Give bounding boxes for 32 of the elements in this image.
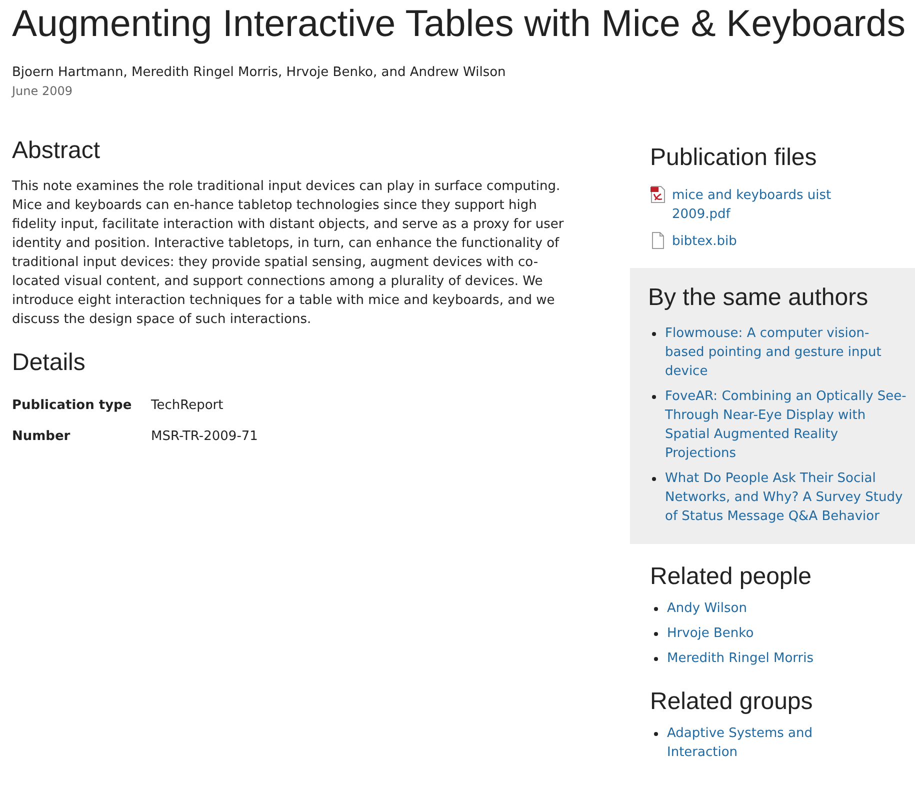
abstract-text: This note examines the role traditional input devices can play in surface computing. Mice and keyboards can en-hance tabletop technologies since they support high fidelity input, facilitate interaction with distant objects, and serve as a proxy for user identity and position. Interactive tabletops, in turn, can enhance the functionality of traditional input devices: they provide spatial sensing, augment devices with co-located visual content, and support connections among a plurality of devices. We introduce eight interaction techniques for a table with mice and keyboards, and we discuss the design space of such interactions.	[12, 178, 565, 329]
detail-value: TechReport	[151, 397, 224, 415]
file-link[interactable]: bibtex.bib	[672, 232, 737, 251]
detail-label: Number	[12, 428, 72, 446]
pdf-file-icon	[650, 186, 666, 203]
page-title: Augmenting Interactive Tables with Mice & Keyboards	[12, 1, 906, 46]
section-heading: By the same authors	[648, 283, 868, 313]
publication-link[interactable]: FoveAR: Combining an Optically See-Through Near-Eye Display with Spatial Augmented Reality Projections	[665, 387, 907, 463]
bullet-icon	[654, 732, 658, 736]
group-link[interactable]: Adaptive Systems and Interaction	[667, 724, 827, 762]
publication-link[interactable]: Flowmouse: A computer vision-based pointing and gesture input device	[665, 324, 907, 381]
detail-value: MSR-TR-2009-71	[151, 428, 258, 446]
author-list: Bjoern Hartmann, Meredith Ringel Morris, Hrvoje Benko, and Andrew Wilson	[12, 63, 506, 82]
section-heading: Details	[12, 348, 86, 378]
detail-label: Publication type	[12, 397, 133, 415]
publication-link[interactable]: What Do People Ask Their Social Networks, and Why? A Survey Study of Status Message Q&A Behavior	[665, 469, 907, 526]
bullet-icon	[654, 632, 658, 636]
bullet-icon	[652, 332, 656, 336]
person-link[interactable]: Hrvoje Benko	[667, 624, 754, 643]
bullet-icon	[652, 477, 656, 481]
section-heading: Publication files	[650, 143, 817, 173]
bullet-icon	[654, 657, 658, 661]
bullet-icon	[654, 607, 658, 611]
person-link[interactable]: Andy Wilson	[667, 599, 747, 618]
document-file-icon	[650, 232, 666, 249]
file-link[interactable]: mice and keyboards uist 2009.pdf	[672, 186, 844, 224]
bullet-icon	[652, 395, 656, 399]
section-heading: Related groups	[650, 687, 813, 717]
section-heading: Abstract	[12, 136, 100, 166]
publication-date: June 2009	[12, 83, 72, 100]
person-link[interactable]: Meredith Ringel Morris	[667, 649, 814, 668]
section-heading: Related people	[650, 562, 812, 592]
